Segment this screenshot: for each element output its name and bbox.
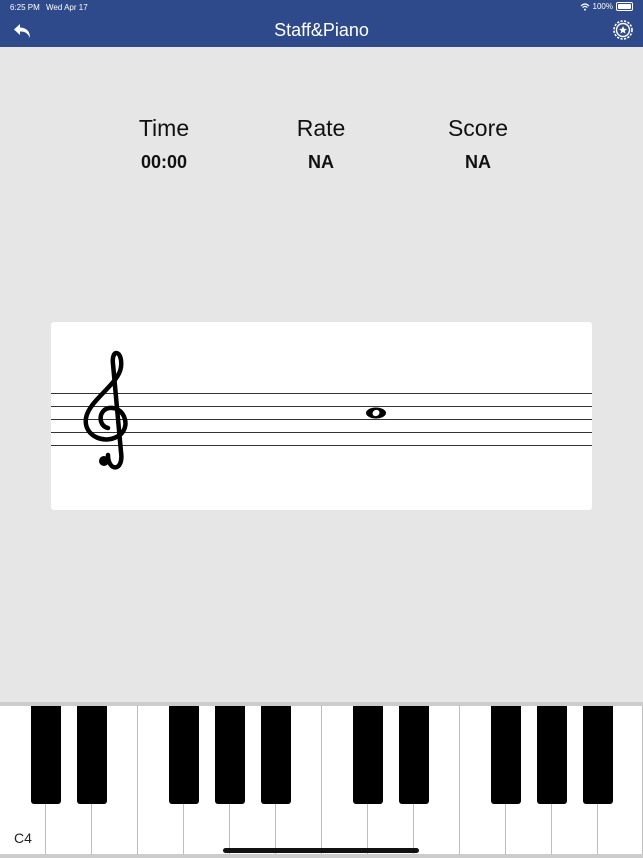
staff-panel	[51, 322, 592, 510]
black-key-c-sharp-5[interactable]	[353, 706, 383, 804]
status-date: Wed Apr 17	[46, 3, 88, 12]
home-indicator[interactable]	[223, 848, 419, 853]
time-label: Time	[138, 115, 190, 141]
status-time: 6:25 PM	[10, 3, 40, 12]
rate-stat: Rate NA	[261, 115, 381, 173]
whole-note-icon	[366, 407, 386, 419]
navigation-bar: 6:25 PM Wed Apr 17 100% Staff&Piano	[0, 0, 643, 47]
piano-keyboard: C4	[0, 702, 643, 858]
black-key-d-sharp-4[interactable]	[77, 706, 107, 804]
treble-clef-icon	[83, 350, 128, 470]
black-key-a-sharp-4[interactable]	[261, 706, 291, 804]
gear-icon	[613, 20, 633, 40]
black-key-a-sharp-5[interactable]	[583, 706, 613, 804]
battery-icon	[616, 2, 633, 11]
key-label-c4: C4	[14, 830, 32, 846]
score-label: Score	[447, 115, 509, 141]
black-key-d-sharp-5[interactable]	[399, 706, 429, 804]
status-right: 100%	[580, 2, 633, 11]
black-key-g-sharp-4[interactable]	[215, 706, 245, 804]
black-key-g-sharp-5[interactable]	[537, 706, 567, 804]
black-key-f-sharp-5[interactable]	[491, 706, 521, 804]
score-stat: Score NA	[418, 115, 538, 173]
black-key-c-sharp-4[interactable]	[31, 706, 61, 804]
black-key-f-sharp-4[interactable]	[169, 706, 199, 804]
battery-percent: 100%	[592, 2, 613, 11]
time-stat: Time 00:00	[104, 115, 224, 173]
rate-value: NA	[308, 152, 334, 172]
time-value: 00:00	[140, 152, 188, 172]
rate-label: Rate	[296, 115, 346, 141]
staff-lines	[51, 393, 592, 446]
music-staff	[51, 350, 592, 470]
page-title: Staff&Piano	[274, 20, 369, 40]
score-value: NA	[465, 152, 491, 172]
settings-button[interactable]	[611, 18, 635, 42]
wifi-icon	[580, 2, 589, 11]
